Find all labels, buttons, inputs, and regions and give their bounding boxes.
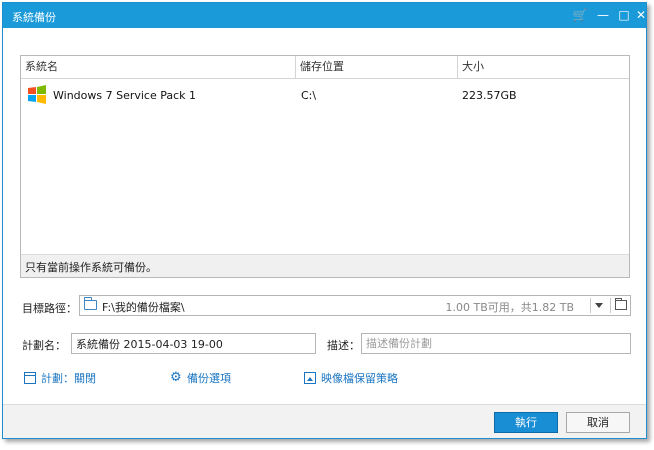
table-footer-note: 只有當前操作系統可備份。 xyxy=(21,254,629,277)
title-bar: 系統備份 🛒 — □ ✕ xyxy=(3,3,646,28)
divider xyxy=(590,298,591,313)
table-header: 系統名 儲存位置 大小 xyxy=(21,56,629,79)
system-table: 系統名 儲存位置 大小 Windows 7 Service Pack 1 C:\… xyxy=(20,55,630,278)
calendar-icon xyxy=(24,372,36,384)
table-row[interactable]: Windows 7 Service Pack 1 C:\ 223.57GB xyxy=(21,80,629,114)
target-path-label: 目標路徑： xyxy=(22,302,77,315)
description-label: 描述： xyxy=(327,339,360,352)
plan-name-label: 計劃名： xyxy=(22,339,66,352)
window-title: 系統備份 xyxy=(12,11,56,24)
row-system-name: Windows 7 Service Pack 1 xyxy=(53,89,197,102)
cancel-button[interactable]: 取消 xyxy=(566,412,630,433)
image-retention-label: 映像檔保留策略 xyxy=(321,372,398,385)
run-button[interactable]: 執行 xyxy=(494,412,558,433)
target-space-info: 1.00 TB可用，共1.82 TB xyxy=(445,301,574,314)
browse-folder-icon[interactable] xyxy=(615,298,627,310)
gear-icon: ⚙ xyxy=(170,370,182,385)
column-header-location[interactable]: 儲存位置 xyxy=(296,56,458,78)
schedule-link[interactable]: 計劃：關閉 xyxy=(24,370,96,386)
close-button[interactable]: ✕ xyxy=(632,6,650,24)
maximize-button[interactable]: □ xyxy=(615,6,633,24)
backup-options-link[interactable]: ⚙ 備份選項 xyxy=(170,370,231,386)
image-retention-link[interactable]: 映像檔保留策略 xyxy=(304,370,398,386)
image-icon xyxy=(304,372,316,384)
target-path-field[interactable]: F:\我的備份檔案\ 1.00 TB可用，共1.82 TB xyxy=(79,295,631,316)
divider xyxy=(610,298,611,313)
target-path-value: F:\我的備份檔案\ xyxy=(102,301,185,314)
bottom-bar: 執行 取消 xyxy=(3,404,646,438)
folder-icon xyxy=(84,297,97,310)
backup-window: 系統備份 🛒 — □ ✕ 系統名 儲存位置 大小 Windows 7 Servi… xyxy=(2,2,647,439)
windows-logo-icon xyxy=(28,85,46,104)
cart-icon[interactable]: 🛒 xyxy=(571,6,589,24)
footer-note-text: 只有當前操作系統可備份。 xyxy=(25,261,157,274)
description-input[interactable] xyxy=(361,333,631,354)
row-size: 223.57GB xyxy=(462,89,517,102)
minimize-button[interactable]: — xyxy=(594,6,612,24)
schedule-link-label: 計劃：關閉 xyxy=(41,372,96,385)
plan-name-input[interactable] xyxy=(71,333,316,354)
column-header-size[interactable]: 大小 xyxy=(458,56,629,78)
row-location: C:\ xyxy=(301,89,317,102)
chevron-down-icon[interactable] xyxy=(595,303,603,308)
backup-options-label: 備份選項 xyxy=(187,372,231,385)
column-header-system-name[interactable]: 系統名 xyxy=(21,56,296,78)
